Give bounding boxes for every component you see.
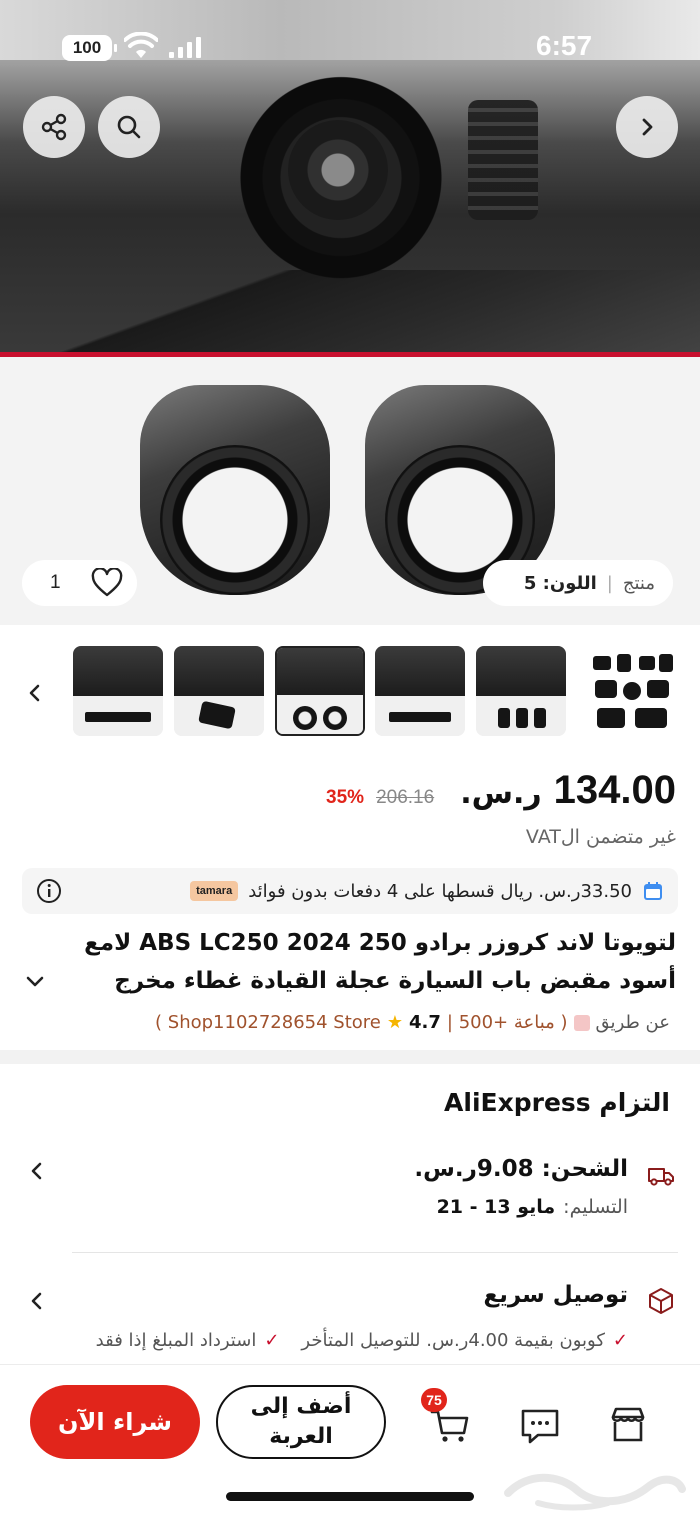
store-name: Shop1102728654 Store ) — [155, 1012, 381, 1033]
thumbnail-2[interactable] — [476, 646, 566, 736]
chevron-left-icon[interactable] — [24, 1288, 50, 1314]
chevron-right-icon — [642, 118, 653, 136]
bottom-action-bar: 75 أضف إلى العربة شراء الآن — [0, 1364, 700, 1516]
tamara-logo: tamara — [190, 881, 239, 901]
store-icon — [573, 1014, 590, 1031]
perk-late-coupon: كوبون بقيمة 4.00ر.س. للتوصيل المتأخر — [301, 1330, 628, 1351]
delivery-dates: مايو 13 - 21 — [436, 1196, 556, 1218]
section-divider — [0, 1050, 700, 1064]
haraj-watermark-logo — [504, 1473, 686, 1511]
chevron-down-icon[interactable] — [22, 968, 48, 994]
store-rating: 4.7 — [409, 1012, 441, 1033]
package-icon — [649, 1288, 673, 1314]
thumbnail-strip[interactable] — [0, 640, 700, 744]
cellular-signal-icon — [169, 37, 201, 58]
thumbnail-6[interactable] — [73, 646, 163, 736]
clock: 6:57 — [536, 30, 593, 61]
installment-text: 33.50ر.س. ريال قسطها على 4 دفعات بدون فو… — [248, 880, 632, 902]
store-by-label: عن طريق — [595, 1012, 670, 1033]
chevron-left-icon[interactable] — [24, 1158, 50, 1184]
divider — [72, 1252, 678, 1253]
perk-refund: استرداد المبلغ إذا فقد — [96, 1330, 280, 1351]
installment-banner[interactable]: 33.50ر.س. ريال قسطها على 4 دفعات بدون فو… — [22, 868, 678, 914]
price-row: 134.00 ر.س. 206.16 35% — [326, 768, 676, 820]
status-bar: 100 6:57 — [0, 0, 700, 90]
wifi-icon — [124, 32, 158, 58]
calendar-icon — [644, 882, 662, 900]
message-icon[interactable] — [518, 1403, 562, 1447]
thumbnail-4-selected[interactable] — [275, 646, 365, 736]
heart-icon — [91, 568, 123, 597]
delivery-estimate: التسليم: مايو 13 - 21 — [437, 1196, 628, 1218]
star-icon: ★ — [386, 1012, 403, 1033]
wishlist-button[interactable]: 1 — [22, 560, 137, 606]
variant-type: منتج — [622, 572, 655, 594]
shipping-cost: الشحن: 9.08ر.س. — [414, 1156, 628, 1182]
battery-indicator: 100 — [62, 35, 117, 61]
fast-delivery-label: توصيل سريع — [483, 1282, 628, 1308]
truck-icon — [648, 1168, 674, 1186]
back-button[interactable] — [616, 96, 678, 158]
store-link[interactable]: عن طريق ( مباعة +500 | 4.7 ★ Shop1102728… — [155, 1012, 670, 1033]
current-price: 134.00 — [553, 768, 676, 812]
currency: ر.س. — [460, 776, 542, 811]
discount-badge: 35% — [326, 787, 365, 808]
thumbnail-1[interactable] — [587, 646, 677, 736]
vat-note: غير متضمن الVAT — [525, 826, 676, 848]
store-sold-count: ( مباعة +500 | — [446, 1012, 568, 1033]
cart-count-badge: 75 — [421, 1388, 447, 1412]
fast-delivery-row[interactable]: توصيل سريع كوبون بقيمة 4.00ر.س. للتوصيل … — [0, 1280, 700, 1360]
buy-now-button[interactable]: شراء الآن — [30, 1385, 200, 1459]
store-icon[interactable] — [606, 1403, 650, 1447]
search-button[interactable] — [98, 96, 160, 158]
chevron-left-icon[interactable] — [22, 680, 48, 706]
product-gallery[interactable]: 100 6:57 1 منتج | اللون: 5 — [0, 0, 700, 625]
shipping-row[interactable]: الشحن: 9.08ر.س. التسليم: مايو 13 - 21 — [0, 1150, 700, 1230]
original-price: 206.16 — [376, 787, 435, 808]
thumbnail-3[interactable] — [375, 646, 465, 736]
commitment-title: التزام AliExpress — [444, 1088, 670, 1117]
search-icon — [117, 115, 141, 139]
delivery-perks: كوبون بقيمة 4.00ر.س. للتوصيل المتأخر است… — [96, 1330, 628, 1351]
info-icon[interactable] — [36, 878, 62, 904]
share-icon — [41, 113, 67, 141]
variant-selector[interactable]: منتج | اللون: 5 — [483, 560, 673, 606]
wishlist-count: 1 — [50, 572, 61, 593]
delivery-label: التسليم: — [563, 1196, 628, 1218]
share-button[interactable] — [23, 96, 85, 158]
separator: | — [606, 572, 613, 594]
product-title: لتويوتا لاند كروزر برادو 250 ABS LC250 2… — [84, 930, 676, 994]
home-indicator — [226, 1492, 474, 1501]
variant-color: اللون: 5 — [523, 572, 597, 594]
thumbnail-5[interactable] — [174, 646, 264, 736]
add-to-cart-button[interactable]: أضف إلى العربة — [216, 1385, 386, 1459]
